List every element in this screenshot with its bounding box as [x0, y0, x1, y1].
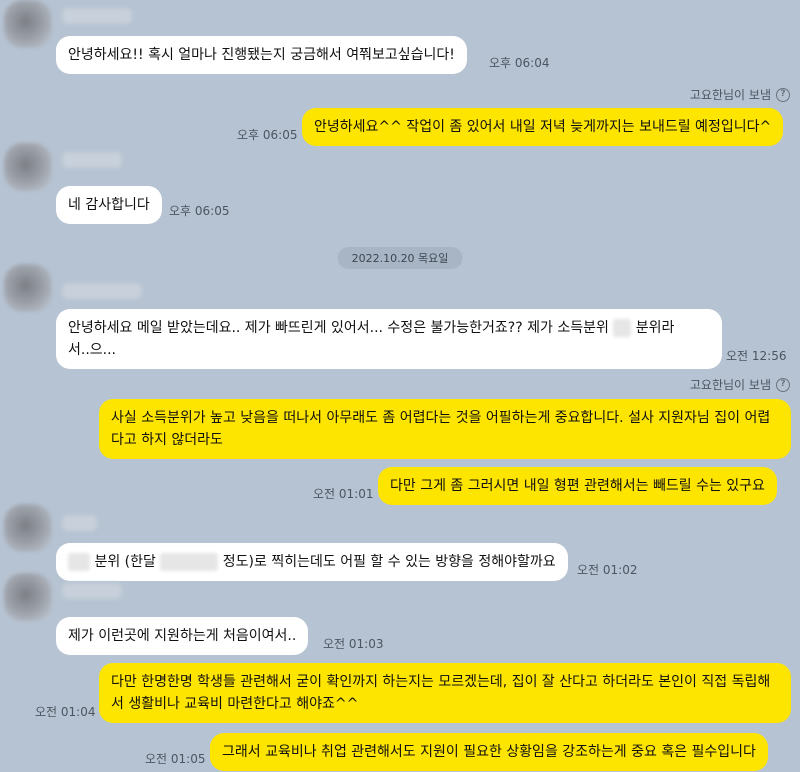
- profile-avatar[interactable]: [4, 264, 52, 312]
- message-text: 정도)로 찍히는데도 어필 할 수 있는 방향을 정해야할까요: [222, 554, 556, 570]
- message-text: 네 감사합니다: [68, 197, 150, 213]
- message-text: 다만 한명한명 학생들 관련해서 굳이 확인까지 하는지는 모르겠는데, 집이 …: [111, 674, 771, 712]
- message-text: 분위 (한달: [94, 554, 156, 570]
- message-text: 안녕하세요!! 혹시 얼마나 진행됐는지 궁금해서 여쭤보고싶습니다!: [68, 47, 455, 63]
- message-time: 오후 06:05: [169, 204, 230, 218]
- message-bubble[interactable]: 다만 한명한명 학생들 관련해서 굳이 확인까지 하는지는 모르겠는데, 집이 …: [99, 663, 791, 723]
- message-text: 제가 이런곳에 지원하는게 처음이여서..: [68, 628, 297, 644]
- message-time: 오전 01:01: [313, 487, 374, 501]
- sender-tag: 고요한님이 보냄 ?: [690, 86, 790, 103]
- profile-avatar[interactable]: [4, 504, 52, 552]
- message-bubble[interactable]: 안녕하세요^^ 작업이 좀 있어서 내일 저녁 늦게까지는 보내드릴 예정입니다…: [302, 108, 784, 146]
- sender-tag: 고요한님이 보냄 ?: [690, 376, 790, 393]
- message-bubble[interactable]: 안녕하세요 메일 받았는데요.. 제가 빠뜨린게 있어서... 수정은 불가능한…: [56, 309, 722, 369]
- message-bubble[interactable]: 안녕하세요!! 혹시 얼마나 진행됐는지 궁금해서 여쭤보고싶습니다!: [56, 36, 467, 74]
- message-time: 오전 01:02: [577, 563, 638, 577]
- profile-avatar[interactable]: [4, 573, 52, 621]
- message-text: 다만 그게 좀 그러시면 내일 형편 관련해서는 빼드릴 수는 있구요: [390, 478, 765, 494]
- message-bubble[interactable]: 분위 (한달 정도)로 찍히는데도 어필 할 수 있는 방향을 정해야할까요: [56, 543, 568, 581]
- chat-room[interactable]: 안녕하세요!! 혹시 얼마나 진행됐는지 궁금해서 여쭤보고싶습니다! 오후 0…: [0, 0, 800, 772]
- profile-avatar[interactable]: [4, 0, 52, 48]
- message-time: 오전 01:05: [145, 752, 206, 766]
- message-time: 오전 01:03: [323, 637, 384, 651]
- sender-name: [62, 152, 122, 168]
- message-bubble[interactable]: 사실 소득분위가 높고 낮음을 떠나서 아무래도 좀 어렵다는 것을 어필하는게…: [99, 399, 791, 459]
- message-text: 안녕하세요 메일 받았는데요.. 제가 빠뜨린게 있어서... 수정은 불가능한…: [68, 320, 609, 336]
- message-bubble[interactable]: 다만 그게 좀 그러시면 내일 형편 관련해서는 빼드릴 수는 있구요: [378, 467, 777, 505]
- sender-name: [62, 8, 132, 24]
- message-time: 오후 06:05: [237, 128, 298, 142]
- message-text: 서..으...: [68, 342, 117, 358]
- message-time: 오후 06:04: [489, 56, 550, 70]
- help-circle-icon[interactable]: ?: [776, 87, 790, 102]
- message-time: 오전 01:04: [35, 705, 96, 719]
- message-bubble[interactable]: 제가 이런곳에 지원하는게 처음이여서..: [56, 617, 309, 655]
- redacted-text: [613, 319, 632, 337]
- sender-tag-text: 고요한님이 보냄: [689, 378, 771, 392]
- message-bubble[interactable]: 그래서 교육비나 취업 관련해서도 지원이 필요한 상황임을 강조하는게 중요 …: [210, 733, 768, 771]
- message-text: 분위라: [635, 320, 675, 336]
- profile-avatar[interactable]: [4, 143, 52, 191]
- redacted-text: [160, 553, 219, 571]
- message-time: 오전 12:56: [726, 349, 787, 363]
- sender-tag-text: 고요한님이 보냄: [689, 88, 771, 102]
- message-text: 그래서 교육비나 취업 관련해서도 지원이 필요한 상황임을 강조하는게 중요 …: [222, 744, 756, 760]
- message-text: 사실 소득분위가 높고 낮음을 떠나서 아무래도 좀 어렵다는 것을 어필하는게…: [111, 410, 771, 448]
- message-text: 안녕하세요^^ 작업이 좀 있어서 내일 저녁 늦게까지는 보내드릴 예정입니다…: [314, 119, 772, 135]
- sender-name: [62, 583, 122, 599]
- date-divider: 2022.10.20 목요일: [337, 247, 463, 269]
- message-bubble[interactable]: 네 감사합니다: [56, 186, 162, 224]
- help-circle-icon[interactable]: ?: [776, 377, 790, 392]
- sender-name: [62, 283, 142, 299]
- redacted-text: [68, 553, 90, 571]
- sender-name: [62, 515, 97, 531]
